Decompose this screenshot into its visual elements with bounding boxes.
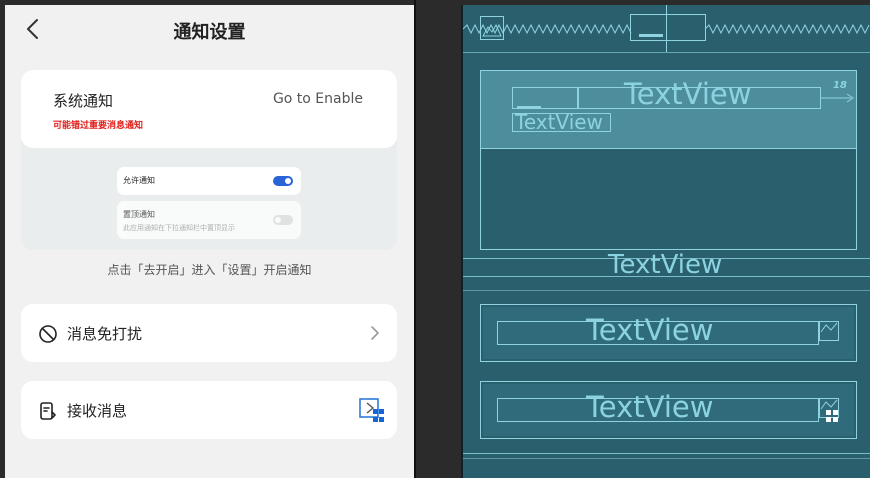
- preview-pin-toggle: [273, 215, 293, 225]
- notification-header: 系统通知 可能错过重要消息通知 Go to Enable: [21, 70, 397, 148]
- preview-pin-label: 置顶通知: [123, 210, 155, 219]
- image-placeholder-icon: [359, 398, 384, 422]
- blueprint-bottom-line-1: [461, 453, 870, 454]
- blueprint-guide-v: [666, 5, 667, 52]
- receive-message-icon: [40, 402, 56, 420]
- blueprint-bottom-line-2: [461, 458, 870, 459]
- blueprint-row-logo-icon-2: [820, 399, 838, 422]
- blueprint-row-image-icon-1: [820, 322, 838, 333]
- title-bar: 通知设置: [5, 5, 414, 53]
- do-not-disturb-icon: [39, 325, 57, 343]
- blueprint-guide-h: [461, 52, 870, 53]
- blueprint-row-textview-1: TextView: [586, 313, 714, 347]
- blueprint-section-line: [461, 290, 870, 291]
- system-notification-warning: 可能错过重要消息通知: [53, 121, 144, 131]
- preview-allow-row: 允许通知: [117, 167, 301, 195]
- page-title: 通知设置: [173, 22, 246, 43]
- receive-message-label: 接收消息: [67, 402, 128, 420]
- blueprint-arrow-right: [821, 93, 854, 103]
- blueprint-row-textview-2: TextView: [586, 390, 714, 424]
- preview-pin-row: 置顶通知 此应用通知在下拉通知栏中置顶显示: [117, 201, 301, 239]
- system-notification-title: 系统通知: [53, 92, 114, 110]
- design-preview: 通知设置 系统通知 可能错过重要消息通知 Go to Enable 允许通知 置…: [5, 5, 414, 478]
- preview-allow-toggle: [273, 176, 293, 186]
- preview-pin-desc: 此应用通知在下拉通知栏中置顶显示: [123, 224, 235, 232]
- chevron-right-icon: [371, 326, 379, 340]
- editor-canvas: 通知设置 系统通知 可能错过重要消息通知 Go to Enable 允许通知 置…: [0, 0, 870, 478]
- blueprint-textview-1: TextView: [624, 77, 752, 111]
- preview-allow-label: 允许通知: [123, 176, 155, 185]
- blueprint-title-textview-mark: [517, 106, 541, 109]
- blueprint-title-mark: [639, 34, 663, 37]
- go-to-enable-button[interactable]: Go to Enable: [273, 91, 363, 107]
- receive-message-row[interactable]: 接收消息: [21, 381, 397, 439]
- system-notification-card: 系统通知 可能错过重要消息通知 Go to Enable 允许通知 置顶通知 此…: [21, 70, 397, 250]
- blueprint-badge-number: 18: [833, 80, 847, 91]
- blueprint-preview: TextView TextView 18 TextView TextView T…: [461, 5, 870, 478]
- blueprint-textview-2: TextView: [515, 110, 603, 134]
- design-border: [414, 0, 416, 478]
- blueprint-card-divider: [481, 148, 856, 149]
- blueprint-border: [461, 5, 463, 478]
- notification-settings-preview: 允许通知 置顶通知 此应用通知在下拉通知栏中置顶显示: [117, 167, 301, 245]
- enable-hint: 点击「去开启」进入「设置」开启通知: [107, 263, 312, 277]
- blueprint-hint-textview: TextView: [608, 250, 723, 280]
- blueprint-image-icon: [482, 23, 502, 37]
- do-not-disturb-row[interactable]: 消息免打扰: [21, 304, 397, 362]
- do-not-disturb-label: 消息免打扰: [67, 325, 143, 343]
